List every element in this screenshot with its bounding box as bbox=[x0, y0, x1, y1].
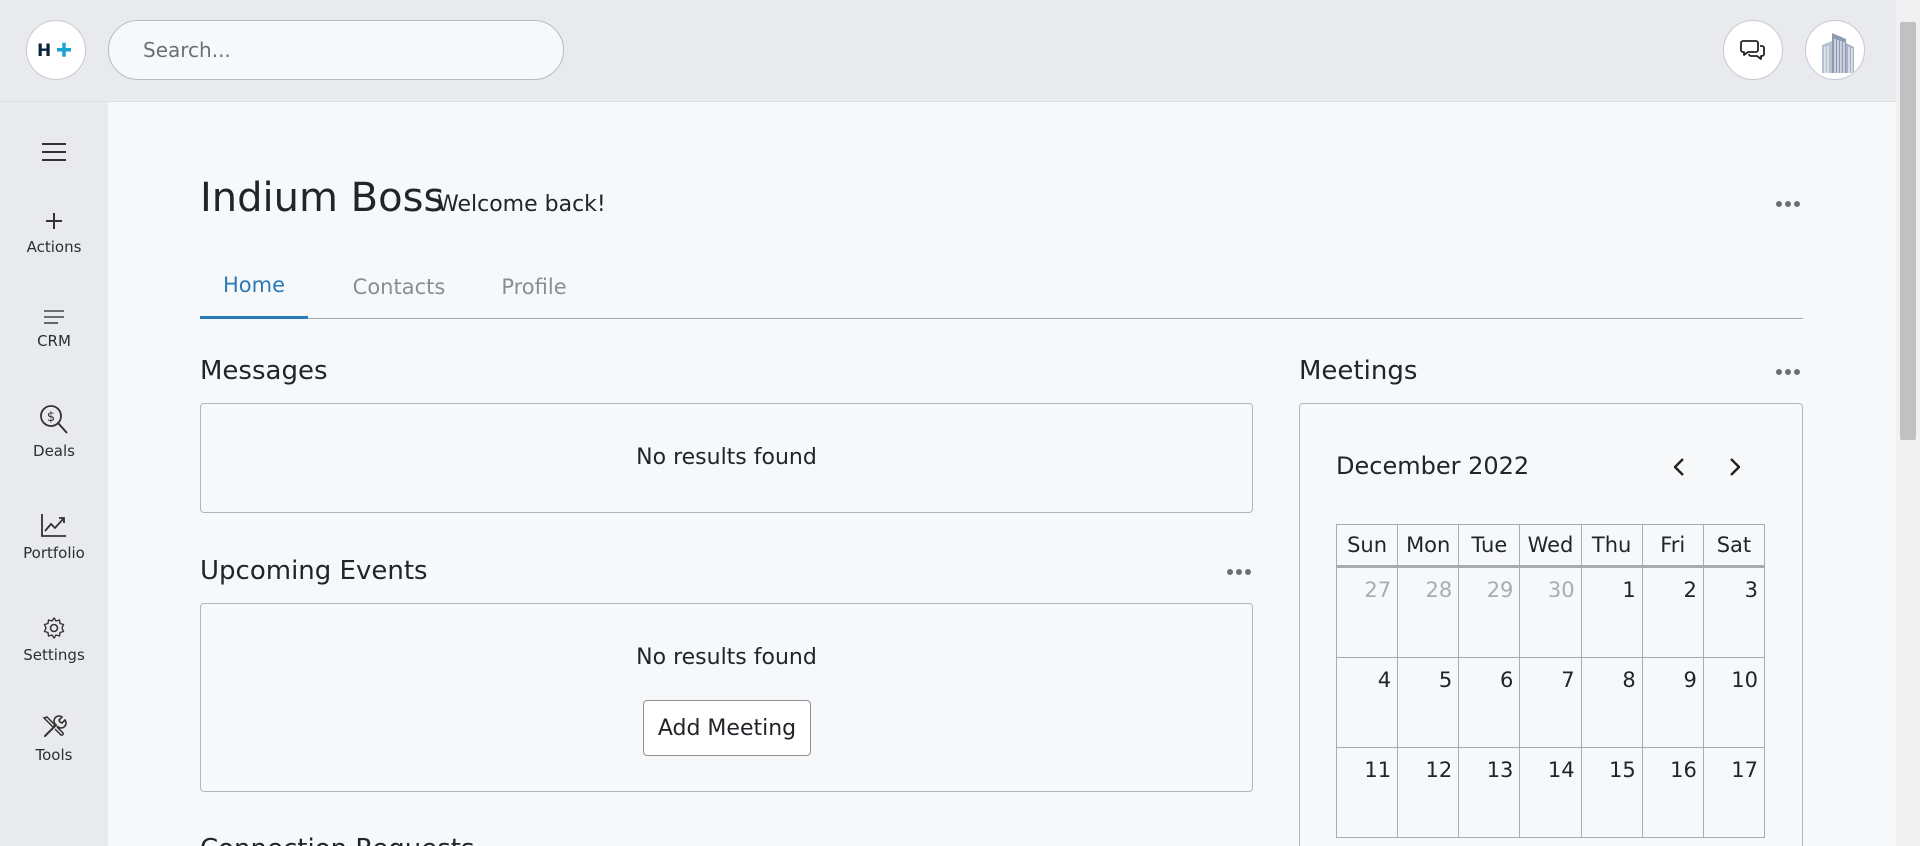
page-subtitle: Welcome back! bbox=[437, 192, 606, 217]
sidebar-item-crm[interactable]: CRM bbox=[0, 308, 108, 350]
events-title: Upcoming Events bbox=[200, 556, 428, 586]
building-icon bbox=[1808, 23, 1862, 77]
svg-text:H: H bbox=[37, 41, 51, 60]
chart-icon bbox=[41, 514, 66, 537]
plus-icon bbox=[46, 213, 62, 229]
weekday-label: Mon bbox=[1398, 525, 1460, 565]
add-meeting-button[interactable]: Add Meeting bbox=[643, 700, 811, 756]
sidebar-item-settings[interactable]: Settings bbox=[0, 616, 108, 664]
sidebar: Actions CRM $ Deals Portfolio Settings T… bbox=[0, 102, 108, 846]
tab-contacts[interactable]: Contacts bbox=[340, 254, 458, 319]
calendar-day[interactable]: 30 bbox=[1520, 568, 1582, 658]
connection-requests-title: Connection Requests bbox=[200, 834, 475, 846]
page-scrollbar[interactable] bbox=[1896, 0, 1920, 846]
calendar-day[interactable]: 1 bbox=[1581, 568, 1643, 658]
sidebar-item-label: Portfolio bbox=[23, 544, 85, 562]
sidebar-item-deals[interactable]: $ Deals bbox=[0, 404, 108, 460]
svg-text:$: $ bbox=[47, 410, 55, 425]
calendar-day[interactable]: 15 bbox=[1581, 748, 1643, 838]
calendar-day[interactable]: 14 bbox=[1520, 748, 1582, 838]
chevron-left-icon bbox=[1673, 458, 1684, 476]
events-empty-text: No results found bbox=[636, 645, 817, 670]
calendar-day[interactable]: 11 bbox=[1337, 748, 1399, 838]
messages-title: Messages bbox=[200, 356, 328, 386]
weekday-label: Sun bbox=[1337, 525, 1399, 565]
sidebar-item-label: Tools bbox=[35, 746, 73, 764]
messages-empty-text: No results found bbox=[636, 445, 817, 470]
sidebar-item-label: Settings bbox=[23, 646, 85, 664]
calendar-day[interactable]: 16 bbox=[1642, 748, 1704, 838]
weekday-label: Wed bbox=[1520, 525, 1582, 565]
calendar-grid: Sun Mon Tue Wed Thu Fri Sat 27 28 29 30 … bbox=[1336, 524, 1765, 838]
tools-icon bbox=[42, 715, 67, 737]
calendar-week-row: 4 5 6 7 8 9 10 bbox=[1337, 658, 1765, 748]
weekday-label: Thu bbox=[1582, 525, 1643, 565]
scrollbar-thumb[interactable] bbox=[1900, 22, 1916, 440]
calendar-prev-button[interactable] bbox=[1664, 452, 1694, 482]
calendar-day[interactable]: 27 bbox=[1337, 568, 1399, 658]
meetings-title: Meetings bbox=[1299, 356, 1418, 386]
search-input[interactable] bbox=[108, 20, 564, 80]
sidebar-item-label: CRM bbox=[37, 332, 71, 350]
tab-bar: Home Contacts Profile bbox=[200, 254, 1803, 319]
calendar-day[interactable]: 7 bbox=[1520, 658, 1582, 748]
sidebar-item-label: Actions bbox=[26, 238, 82, 256]
weekday-label: Sat bbox=[1704, 525, 1765, 565]
sidebar-item-portfolio[interactable]: Portfolio bbox=[0, 512, 108, 562]
calendar-day[interactable]: 17 bbox=[1703, 748, 1765, 838]
page-title: Indium Boss bbox=[200, 175, 445, 221]
top-bar: H bbox=[0, 0, 1896, 102]
calendar-day[interactable]: 8 bbox=[1581, 658, 1643, 748]
calendar-day[interactable]: 13 bbox=[1459, 748, 1521, 838]
list-icon bbox=[44, 310, 64, 324]
calendar-day[interactable]: 5 bbox=[1398, 658, 1460, 748]
calendar-day[interactable]: 28 bbox=[1398, 568, 1460, 658]
calendar-day[interactable]: 6 bbox=[1459, 658, 1521, 748]
tab-home[interactable]: Home bbox=[200, 254, 308, 319]
calendar-week-row: 27 28 29 30 1 2 3 bbox=[1337, 568, 1765, 658]
calendar-week-row: 11 12 13 14 15 16 17 bbox=[1337, 748, 1765, 838]
calendar-month: December 2022 bbox=[1336, 452, 1530, 480]
page-more-icon[interactable] bbox=[1776, 201, 1800, 207]
avatar[interactable] bbox=[1805, 20, 1865, 80]
calendar-day[interactable]: 9 bbox=[1642, 658, 1704, 748]
chat-icon bbox=[1740, 40, 1765, 60]
dollar-search-icon: $ bbox=[40, 405, 68, 434]
sidebar-item-tools[interactable]: Tools bbox=[0, 714, 108, 764]
events-more-icon[interactable] bbox=[1227, 569, 1251, 575]
chevron-right-icon bbox=[1730, 458, 1741, 476]
menu-toggle[interactable] bbox=[0, 142, 108, 162]
calendar-day[interactable]: 12 bbox=[1398, 748, 1460, 838]
calendar-day[interactable]: 2 bbox=[1642, 568, 1704, 658]
meetings-more-icon[interactable] bbox=[1776, 369, 1800, 375]
weekday-label: Fri bbox=[1643, 525, 1704, 565]
logo-icon: H bbox=[37, 41, 71, 60]
weekday-label: Tue bbox=[1459, 525, 1521, 565]
gear-icon bbox=[43, 617, 65, 639]
calendar-day[interactable]: 3 bbox=[1703, 568, 1765, 658]
calendar-day[interactable]: 4 bbox=[1337, 658, 1399, 748]
calendar-day[interactable]: 29 bbox=[1459, 568, 1521, 658]
calendar-next-button[interactable] bbox=[1720, 452, 1750, 482]
chat-button[interactable] bbox=[1723, 20, 1783, 80]
events-panel: No results found Add Meeting bbox=[200, 603, 1253, 792]
hamburger-icon bbox=[42, 143, 66, 161]
calendar-day[interactable]: 10 bbox=[1703, 658, 1765, 748]
calendar-weekday-row: Sun Mon Tue Wed Thu Fri Sat bbox=[1337, 525, 1765, 568]
sidebar-item-label: Deals bbox=[33, 442, 75, 460]
app-logo[interactable]: H bbox=[26, 20, 86, 80]
sidebar-item-actions[interactable]: Actions bbox=[0, 210, 108, 256]
messages-panel: No results found bbox=[200, 403, 1253, 513]
tab-profile[interactable]: Profile bbox=[492, 254, 576, 319]
